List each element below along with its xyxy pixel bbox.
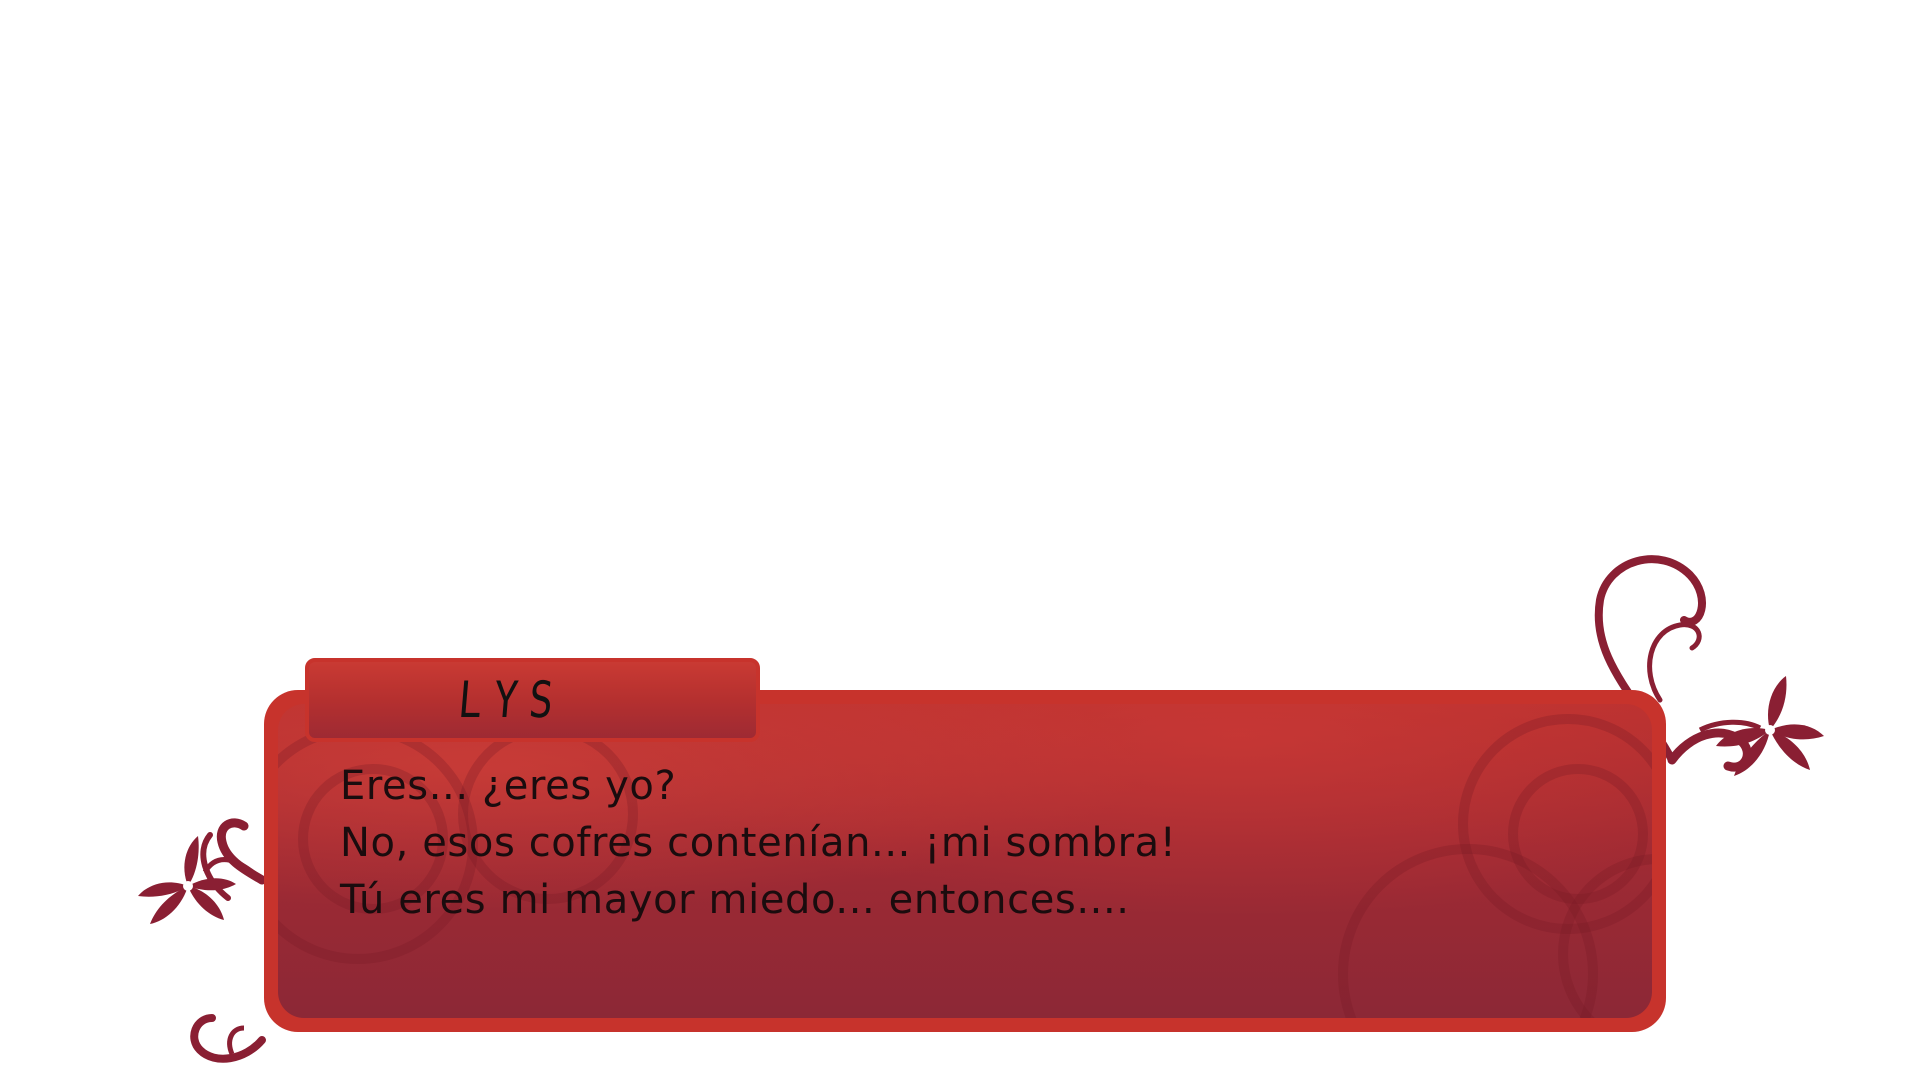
game-screen[interactable]: LYS Eres... ¿eres yo? No, esos cofres co… — [0, 0, 1920, 1080]
dialogue-line: Tú eres mi mayor miedo... entonces.... — [340, 877, 1130, 923]
speaker-name-plate: LYS — [305, 658, 760, 742]
dialogue-text: Eres... ¿eres yo? No, esos cofres conten… — [340, 758, 1176, 929]
speaker-name: LYS — [456, 671, 567, 729]
left-flower-vine-icon — [138, 818, 267, 1063]
dialogue-line: Eres... ¿eres yo? — [340, 763, 677, 809]
dialogue-line: No, esos cofres contenían... ¡mi sombra! — [340, 820, 1177, 866]
